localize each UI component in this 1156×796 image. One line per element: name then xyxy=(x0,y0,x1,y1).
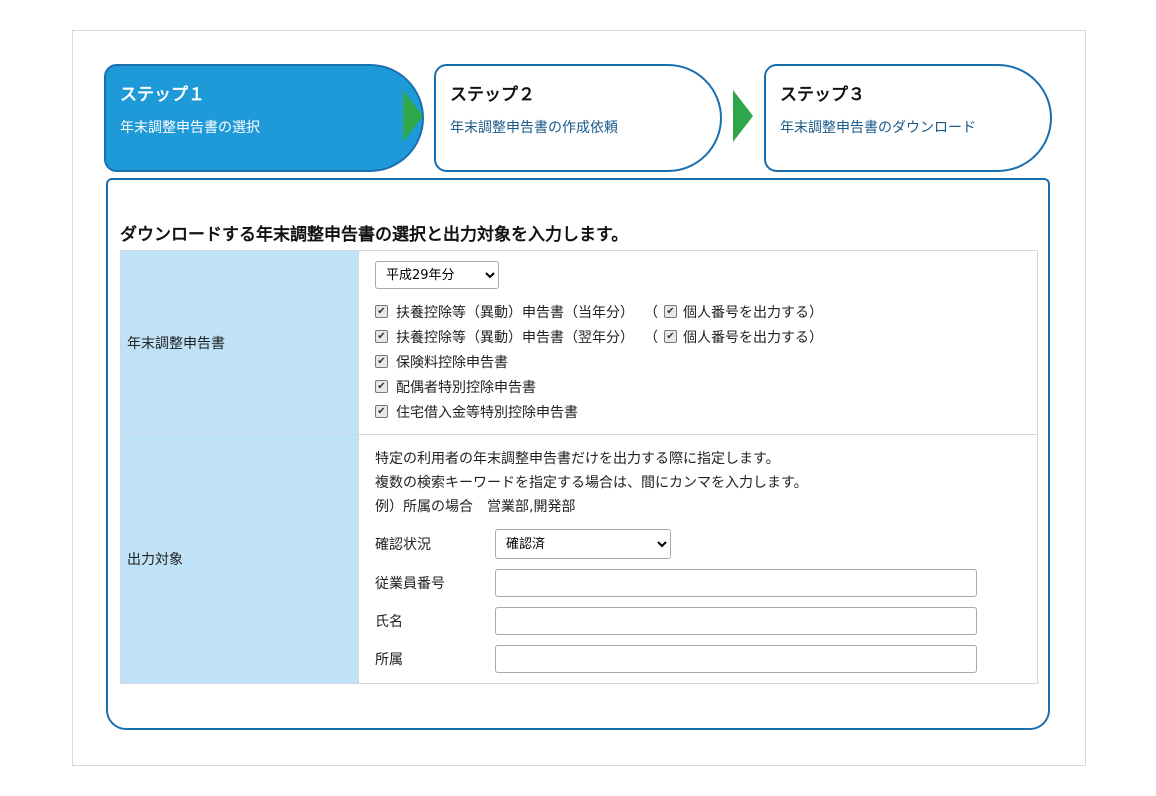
target-value-cell: 特定の利用者の年末調整申告書だけを出力する際に指定します。 複数の検索キーワード… xyxy=(358,434,1038,684)
description-line: 例）所属の場合 営業部,開発部 xyxy=(375,499,576,515)
name-label: 氏名 xyxy=(375,614,403,630)
status-select[interactable]: 確認済 xyxy=(495,529,671,559)
year-select[interactable]: 平成29年分 xyxy=(375,261,499,289)
checkbox-row: ✔ 住宅借入金等特別控除申告書 xyxy=(375,399,1021,424)
forms-value-cell: 平成29年分 ✔ 扶養控除等（異動）申告書（当年分） （ ✔ 個人番号を出力する… xyxy=(358,250,1038,435)
step-arrow-icon xyxy=(403,90,423,142)
paren-open: （ xyxy=(644,304,658,321)
insurance-checkbox[interactable]: ✔ xyxy=(375,355,388,368)
step-2: ステップ２ 年末調整申告書の作成依頼 xyxy=(434,64,722,172)
step-arrow-icon xyxy=(733,90,753,142)
mynumber-current-checkbox[interactable]: ✔ xyxy=(664,305,677,318)
description-line: 特定の利用者の年末調整申告書だけを出力する際に指定します。 xyxy=(375,451,780,467)
dependent-current-checkbox[interactable]: ✔ xyxy=(375,305,388,318)
checkbox-row: ✔ 扶養控除等（異動）申告書（当年分） （ ✔ 個人番号を出力する） xyxy=(375,299,1021,324)
step-1-title: ステップ１ xyxy=(120,85,205,105)
step-3-subtitle: 年末調整申告書のダウンロード xyxy=(780,120,976,136)
step-2-title: ステップ２ xyxy=(450,85,535,105)
dependent-next-checkbox[interactable]: ✔ xyxy=(375,330,388,343)
panel-heading: ダウンロードする年末調整申告書の選択と出力対象を入力します。 xyxy=(120,225,629,245)
checkbox-label: 保険料控除申告書 xyxy=(396,354,508,371)
employee-number-label: 従業員番号 xyxy=(375,576,445,592)
housing-loan-checkbox[interactable]: ✔ xyxy=(375,405,388,418)
department-label: 所属 xyxy=(375,652,403,668)
checkbox-sub-label: 個人番号を出力する） xyxy=(683,304,823,321)
checkbox-label: 扶養控除等（異動）申告書（翌年分） xyxy=(396,329,634,346)
form-table: 年末調整申告書 平成29年分 ✔ 扶養控除等（異動）申告書（当年分） （ ✔ 個… xyxy=(120,250,1038,684)
target-label: 出力対象 xyxy=(120,434,359,684)
employee-number-input[interactable] xyxy=(495,569,977,597)
spouse-checkbox[interactable]: ✔ xyxy=(375,380,388,393)
checkbox-row: ✔ 扶養控除等（異動）申告書（翌年分） （ ✔ 個人番号を出力する） xyxy=(375,324,1021,349)
step-3: ステップ３ 年末調整申告書のダウンロード xyxy=(764,64,1052,172)
status-row: 確認状況 確認済 xyxy=(375,529,1021,559)
department-row: 所属 xyxy=(375,645,1021,673)
name-row: 氏名 xyxy=(375,607,1021,635)
department-input[interactable] xyxy=(495,645,977,673)
form-panel: ダウンロードする年末調整申告書の選択と出力対象を入力します。 年末調整申告書 平… xyxy=(106,178,1050,730)
target-row: 出力対象 特定の利用者の年末調整申告書だけを出力する際に指定します。 複数の検索… xyxy=(120,434,1038,684)
step-1-subtitle: 年末調整申告書の選択 xyxy=(120,120,260,136)
checkbox-label: 扶養控除等（異動）申告書（当年分） xyxy=(396,304,634,321)
status-label: 確認状況 xyxy=(375,537,431,553)
description-line: 複数の検索キーワードを指定する場合は、間にカンマを入力します。 xyxy=(375,475,808,491)
step-1: ステップ１ 年末調整申告書の選択 xyxy=(104,64,424,172)
checkbox-row: ✔ 保険料控除申告書 xyxy=(375,349,1021,374)
step-3-title: ステップ３ xyxy=(780,85,865,105)
forms-row: 年末調整申告書 平成29年分 ✔ 扶養控除等（異動）申告書（当年分） （ ✔ 個… xyxy=(120,250,1038,435)
forms-label: 年末調整申告書 xyxy=(120,250,359,435)
checkbox-row: ✔ 配偶者特別控除申告書 xyxy=(375,374,1021,399)
name-input[interactable] xyxy=(495,607,977,635)
step-2-subtitle: 年末調整申告書の作成依頼 xyxy=(450,120,618,136)
paren-open: （ xyxy=(644,329,658,346)
mynumber-next-checkbox[interactable]: ✔ xyxy=(664,330,677,343)
checkbox-label: 住宅借入金等特別控除申告書 xyxy=(396,404,578,421)
employee-number-row: 従業員番号 xyxy=(375,569,1021,597)
checkbox-sub-label: 個人番号を出力する） xyxy=(683,329,823,346)
checkbox-label: 配偶者特別控除申告書 xyxy=(396,379,536,396)
